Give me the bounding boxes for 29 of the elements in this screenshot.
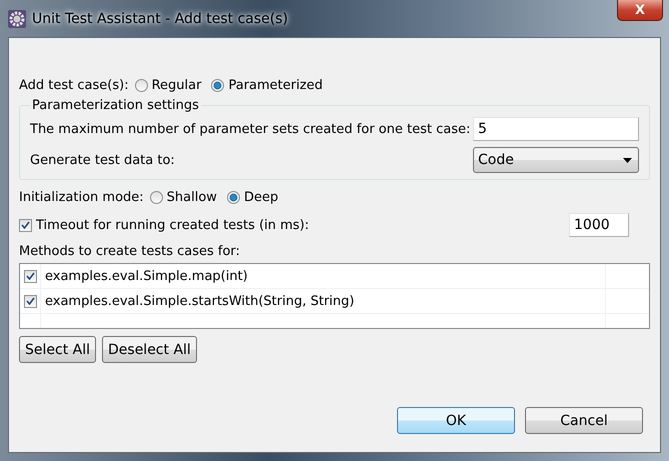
radio-button[interactable]: Regular	[134, 78, 202, 92]
check-icon	[26, 272, 35, 280]
field-label: The maximum number of parameter sets created for one test case:	[30, 122, 470, 136]
input-field[interactable]: 5	[473, 117, 639, 141]
list-button[interactable]: Deselect All	[102, 336, 197, 363]
checkbox[interactable]	[24, 294, 37, 308]
field-label: Add test case(s):	[19, 78, 129, 92]
list-item[interactable]: examples.eval.Simple.startsWith(String, String)	[41, 294, 354, 308]
field-label: Initialization mode:	[19, 190, 144, 204]
check-icon	[26, 297, 35, 305]
radio-button[interactable]: Shallow	[150, 190, 217, 204]
dialog-button[interactable]: Cancel	[525, 407, 643, 434]
checkbox[interactable]: Timeout for running created tests (in ms):	[19, 218, 310, 232]
dialog-button[interactable]: OK	[397, 407, 515, 434]
list-button[interactable]: Select All	[19, 336, 96, 363]
caret-icon	[623, 158, 632, 162]
list-item[interactable]: examples.eval.Simple.map(int)	[41, 268, 248, 284]
window-title: Unit Test Assistant - Add test case(s)	[32, 10, 288, 26]
field-label: Generate test data to:	[30, 152, 175, 168]
radio-button[interactable]: Deep	[226, 190, 278, 204]
radio-button[interactable]: Parameterized	[211, 78, 323, 92]
close-button[interactable]: X	[617, 0, 663, 21]
group-title: Parameterization settings	[31, 98, 200, 113]
list-label: Methods to create tests cases for:	[19, 244, 241, 259]
gear-icon	[8, 10, 26, 28]
check-icon	[21, 221, 30, 229]
input-field[interactable]: 1000	[569, 213, 629, 237]
dropdown[interactable]: Code	[473, 147, 639, 173]
checkbox[interactable]	[24, 270, 37, 282]
